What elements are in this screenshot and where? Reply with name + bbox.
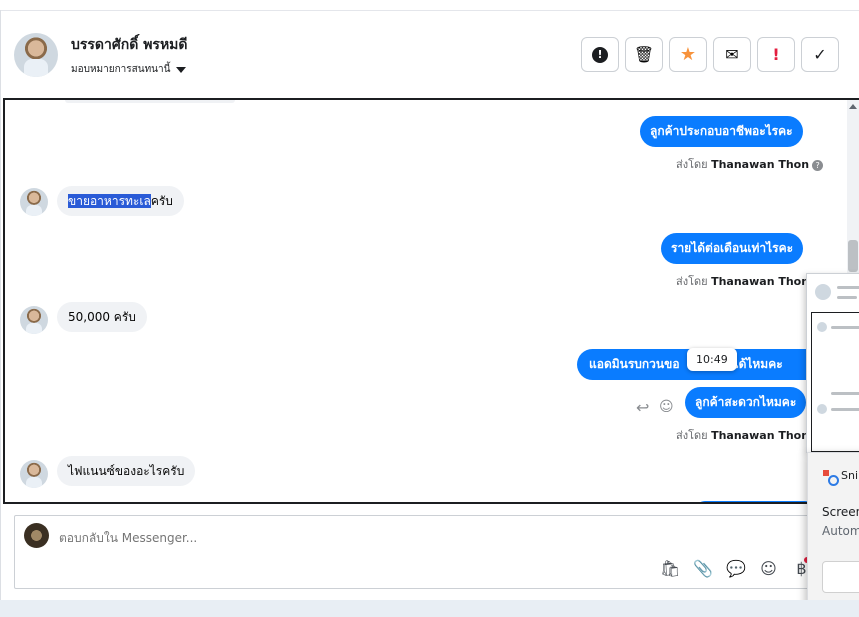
reply-icon[interactable]: ↩ xyxy=(636,398,649,417)
conversation-toolbar: ! 🗑 ★ ✉ ! ✓ xyxy=(581,37,839,72)
message-thread[interactable]: ลูกค้าประกอบอาชีพอะไรคะ ส่งโดย Thanawan … xyxy=(3,98,859,504)
alert-circle-icon: ! xyxy=(592,46,608,63)
message-text: แอดมินรบกวนขอ xyxy=(589,357,680,371)
snip-line-1: Screen xyxy=(822,505,859,519)
outgoing-message-partial xyxy=(695,501,815,502)
left-divider xyxy=(0,10,1,600)
thumbnail-line xyxy=(831,326,859,329)
incoming-message[interactable]: ไฟแนนซ์ของอะไรครับ xyxy=(57,456,196,486)
scroll-up-arrow-icon[interactable] xyxy=(849,104,857,109)
taskbar-edge xyxy=(0,600,859,617)
exclamation-icon: ! xyxy=(772,45,780,64)
saved-reply-icon[interactable]: 💬 xyxy=(726,559,746,578)
agent-name[interactable]: Thanawan Thon xyxy=(711,158,809,171)
outgoing-message[interactable]: ลูกค้าประกอบอาชีพอะไรคะ xyxy=(640,116,803,147)
page-avatar xyxy=(24,523,49,548)
thumbnail-avatar xyxy=(815,284,831,300)
shop-icon[interactable]: 🛍 xyxy=(660,559,680,578)
snip-action-button[interactable] xyxy=(822,561,859,593)
snip-title: Sni xyxy=(823,469,859,486)
mark-unread-button[interactable]: ✉ xyxy=(713,37,751,72)
snipping-tool-icon xyxy=(823,469,839,486)
sent-by-prefix: ส่งโดย xyxy=(676,429,708,442)
star-icon: ★ xyxy=(679,44,697,65)
contact-name[interactable]: บรรดาศักดิ์ พรหมดี xyxy=(71,34,188,56)
thumbnail-line xyxy=(831,408,859,411)
incoming-message[interactable]: ขายอาหารทะเลครับ xyxy=(57,186,184,216)
incoming-message[interactable]: 50,000 ครับ xyxy=(57,302,147,332)
thumbnail-line xyxy=(837,286,859,289)
composer-toolbar: 🛍 📎 💬 ☺ ฿ xyxy=(660,559,811,578)
outgoing-message[interactable]: รายได้ต่อเดือนเท่าไรคะ xyxy=(661,233,804,264)
trash-icon: 🗑 xyxy=(633,45,655,64)
sent-by-prefix: ส่งโดย xyxy=(676,275,708,288)
message-text: ครับ xyxy=(150,194,173,208)
sent-by-prefix: ส่งโดย xyxy=(676,158,708,171)
react-emoji-icon[interactable]: ☺ xyxy=(659,399,674,415)
thumbnail-avatar xyxy=(817,322,827,332)
help-icon[interactable]: ? xyxy=(812,159,824,171)
thumbnail-line xyxy=(831,392,859,395)
scroll-thumb[interactable] xyxy=(848,240,858,272)
check-icon: ✓ xyxy=(813,45,827,64)
thumbnail-avatar xyxy=(817,404,827,414)
timestamp-tooltip: 10:49 xyxy=(687,348,737,371)
assign-conversation-dropdown[interactable]: มอบหมายการสนทนานี้ xyxy=(71,62,187,77)
assign-label: มอบหมายการสนทนานี้ xyxy=(71,64,171,75)
contact-avatar-small[interactable] xyxy=(20,306,48,334)
thumbnail-line xyxy=(837,296,857,299)
agent-name[interactable]: Thanawan Thon xyxy=(711,275,809,288)
sent-by-label: ส่งโดย Thanawan Thon xyxy=(676,272,809,290)
thumbnail-frame xyxy=(811,312,859,452)
previous-message-edge xyxy=(65,100,235,103)
sent-by-label: ส่งโดย Thanawan Thon xyxy=(676,426,809,444)
snip-line-2: Autom xyxy=(822,524,859,538)
snip-notification[interactable]: Sni Screen Autom xyxy=(807,452,859,608)
follow-up-button[interactable]: ! xyxy=(757,37,795,72)
star-button[interactable]: ★ xyxy=(669,37,707,72)
contact-avatar-small[interactable] xyxy=(20,460,48,488)
caret-down-icon xyxy=(176,66,187,73)
done-button[interactable]: ✓ xyxy=(801,37,839,72)
selected-text: ขายอาหารทะเล xyxy=(68,194,151,208)
sent-by-label: ส่งโดย Thanawan Thon? xyxy=(676,155,824,173)
delete-button[interactable]: 🗑 xyxy=(625,37,663,72)
snip-app-name: Sni xyxy=(841,469,859,482)
reply-composer: 🛍 📎 💬 ☺ ฿ xyxy=(14,515,814,589)
envelope-icon: ✉ xyxy=(725,45,739,64)
conversation-header: บรรดาศักดิ์ พรหมดี มอบหมายการสนทนานี้ ! … xyxy=(0,11,859,98)
screenshot-preview-thumbnail[interactable] xyxy=(806,273,859,453)
contact-avatar-small[interactable] xyxy=(20,188,48,216)
reply-input[interactable] xyxy=(59,531,459,545)
spam-button[interactable]: ! xyxy=(581,37,619,72)
attach-icon[interactable]: 📎 xyxy=(693,559,713,578)
emoji-icon[interactable]: ☺ xyxy=(759,559,778,578)
contact-avatar[interactable] xyxy=(14,33,58,77)
outgoing-message[interactable]: ลูกค้าสะดวกไหมคะ xyxy=(685,387,807,418)
agent-name[interactable]: Thanawan Thon xyxy=(711,429,809,442)
